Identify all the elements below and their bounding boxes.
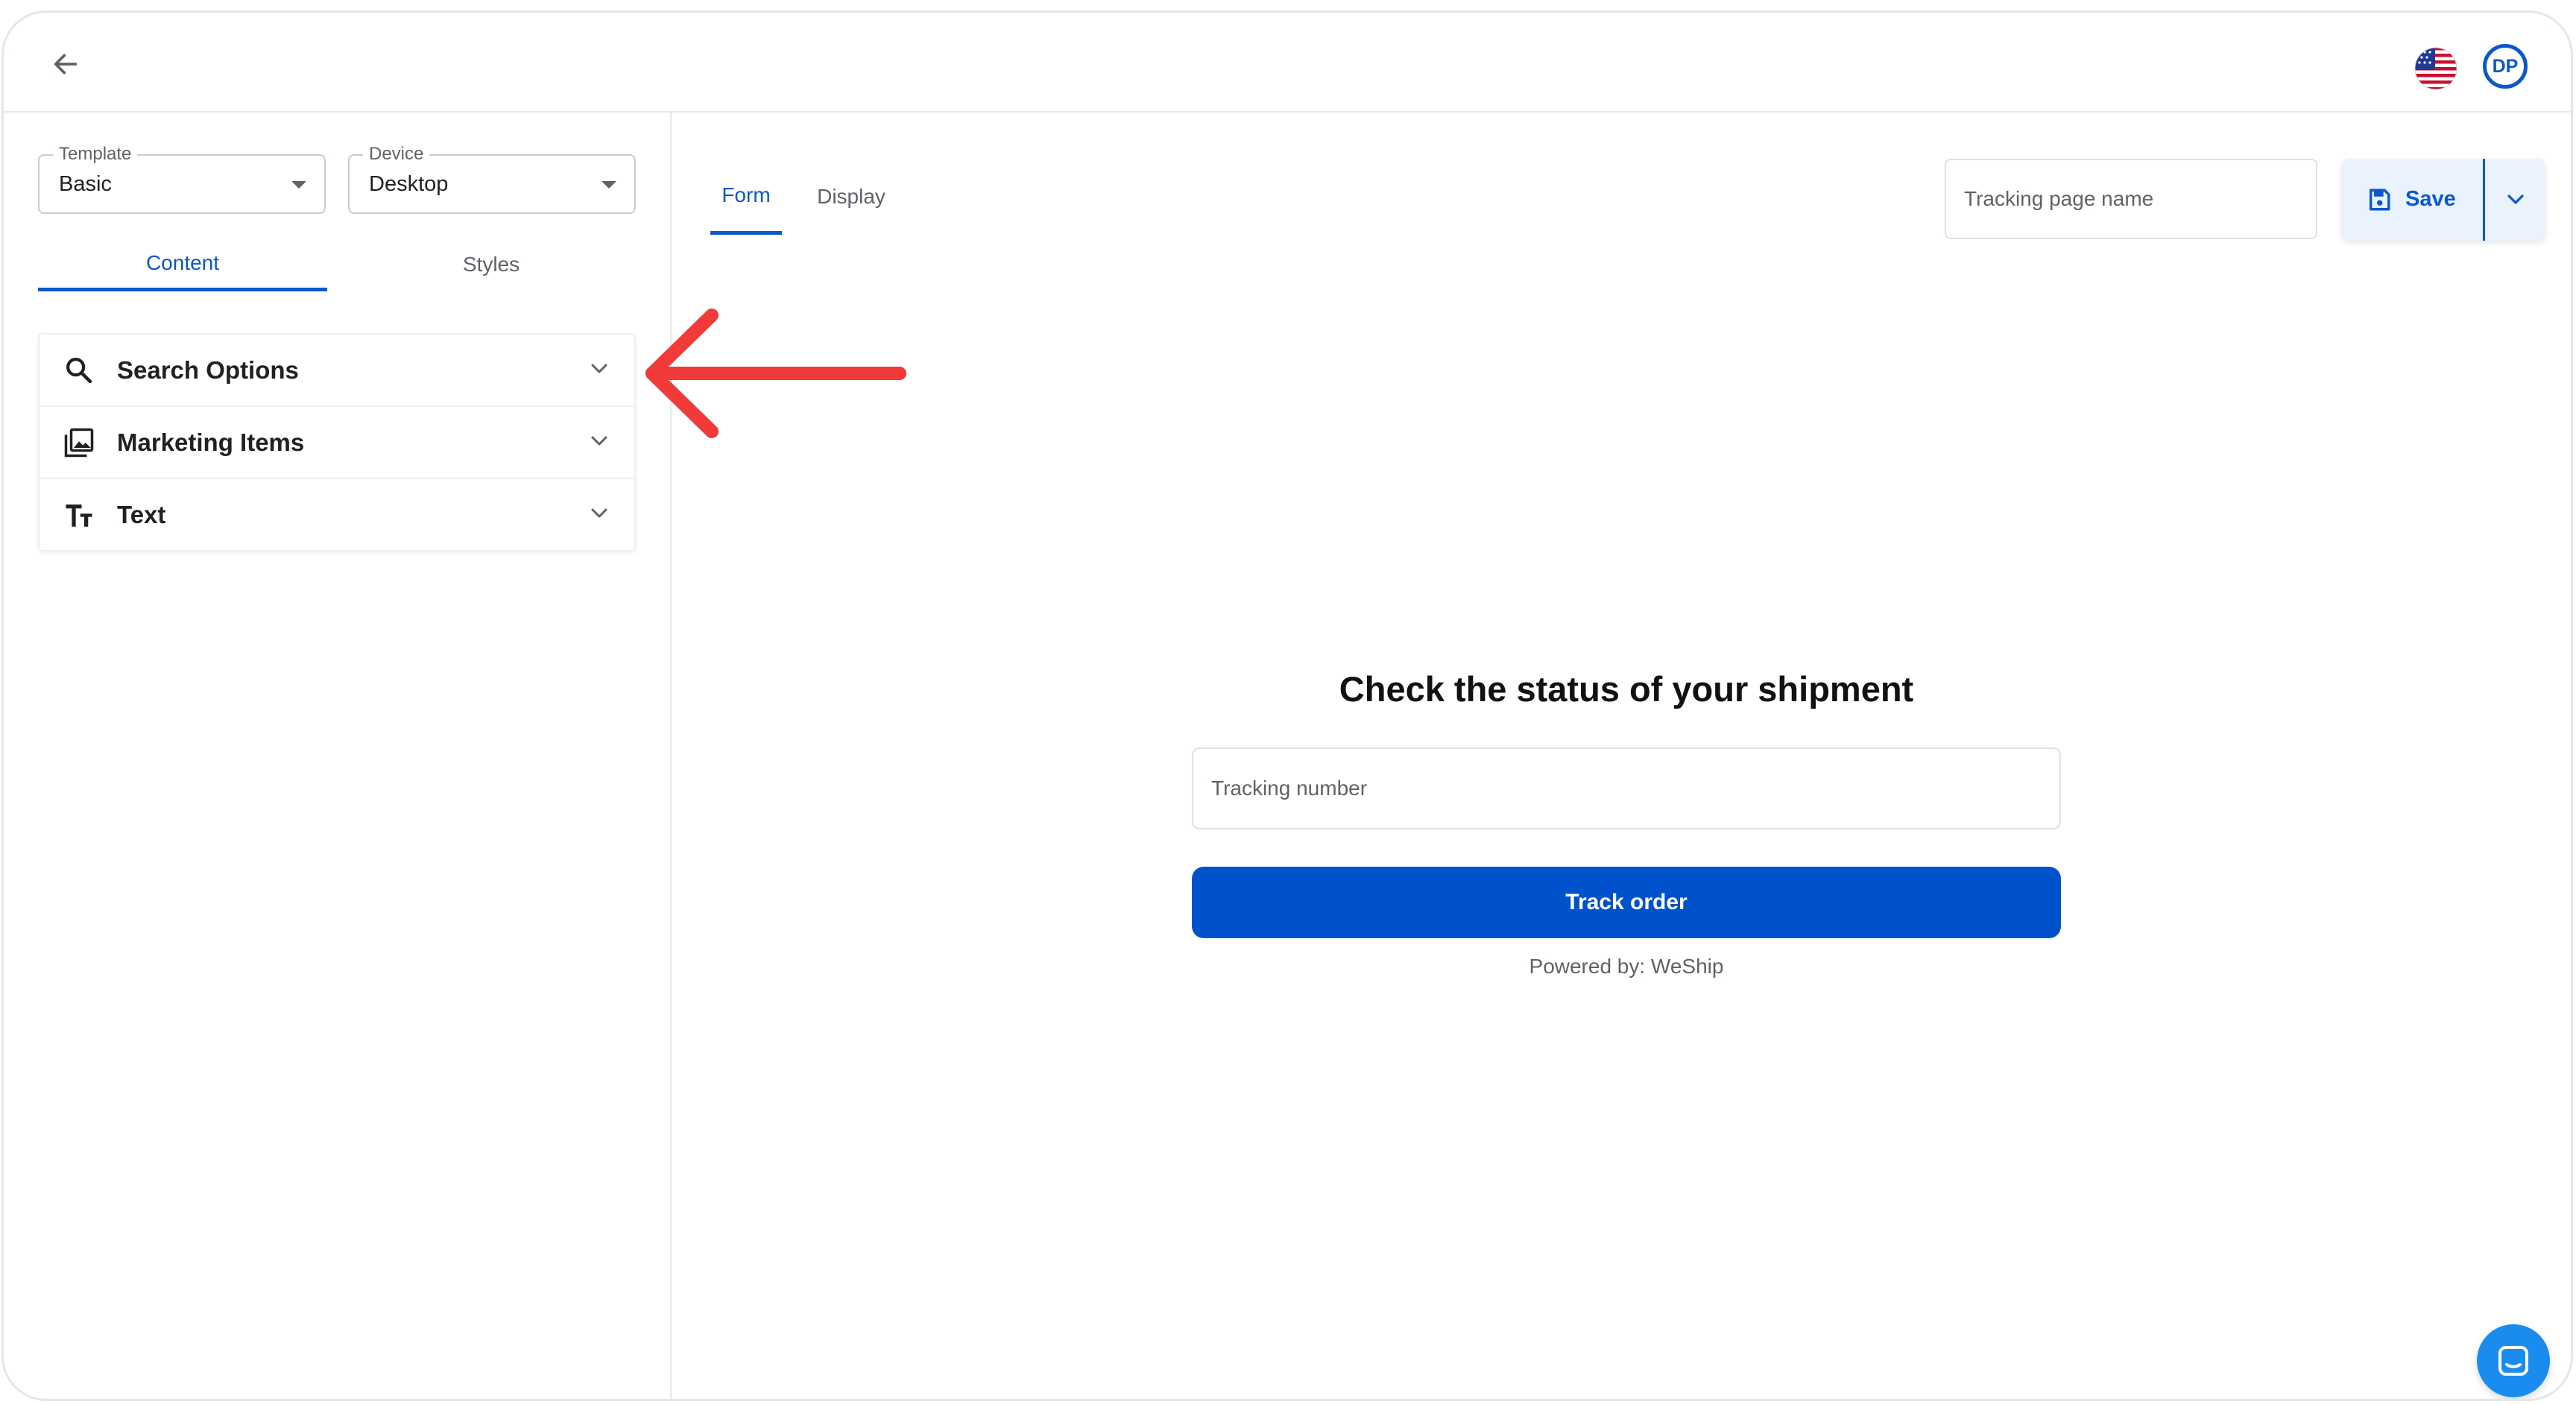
back-button[interactable] [48, 47, 83, 81]
track-order-label: Track order [1565, 890, 1688, 914]
app-window: DP Template Basic Device Desktop Content… [1, 10, 2573, 1401]
search-icon [63, 355, 95, 386]
save-button-label: Save [2405, 187, 2456, 211]
section-marketing-items[interactable]: Marketing Items [40, 407, 634, 479]
caret-down-icon [291, 181, 306, 189]
track-order-button[interactable]: Track order [1192, 867, 2061, 938]
avatar[interactable]: DP [2483, 44, 2528, 89]
device-select-label: Device [363, 144, 430, 165]
tracking-page-name-input[interactable] [1945, 159, 2317, 239]
chevron-down-icon [591, 364, 607, 373]
section-label: Search Options [117, 355, 299, 384]
preview-heading: Check the status of your shipment [1339, 669, 1914, 709]
template-select-label: Template [53, 144, 138, 165]
save-button[interactable]: Save [2341, 159, 2483, 241]
section-label: Marketing Items [117, 428, 305, 456]
avatar-initials: DP [2492, 55, 2519, 77]
sidebar: Template Basic Device Desktop Content St… [4, 113, 672, 1399]
chat-icon [2498, 1346, 2528, 1376]
save-options-dropdown[interactable] [2485, 159, 2545, 241]
text-size-icon [63, 499, 95, 531]
chat-support-button[interactable] [2477, 1324, 2550, 1397]
tab-display-label: Display [817, 185, 886, 208]
chevron-down-icon [591, 508, 607, 518]
top-bar: DP [4, 13, 2571, 113]
save-button-group: Save [2341, 159, 2545, 241]
sidebar-tabs: Content Styles [38, 238, 636, 291]
save-icon [2369, 189, 2390, 211]
device-select[interactable]: Device Desktop [348, 144, 636, 214]
tracking-number-input[interactable] [1192, 747, 2061, 829]
section-search-options[interactable]: Search Options [40, 335, 634, 407]
tab-styles-label: Styles [462, 253, 520, 276]
device-select-value: Desktop [369, 172, 449, 196]
image-stack-icon [63, 427, 95, 458]
template-select-value: Basic [59, 172, 112, 196]
template-select[interactable]: Template Basic [38, 144, 326, 214]
tab-styles[interactable]: Styles [347, 238, 636, 291]
arrow-left-icon [54, 54, 78, 75]
us-flag-icon[interactable] [2414, 47, 2457, 90]
tab-content-label: Content [145, 250, 220, 274]
chevron-down-icon [591, 436, 607, 446]
tab-content[interactable]: Content [38, 238, 327, 291]
tab-display[interactable]: Display [810, 159, 892, 235]
tab-form-label: Form [722, 183, 771, 206]
caret-down-icon [602, 181, 616, 189]
tab-form[interactable]: Form [710, 159, 782, 235]
chevron-down-icon [2507, 195, 2524, 204]
powered-by-text: Powered by: WeShip [1529, 955, 1724, 978]
annotation-arrow-icon [645, 309, 906, 438]
section-text[interactable]: Text [40, 479, 634, 550]
content-sections: Search Options Marketing Items Text [38, 333, 636, 551]
section-label: Text [117, 500, 166, 528]
